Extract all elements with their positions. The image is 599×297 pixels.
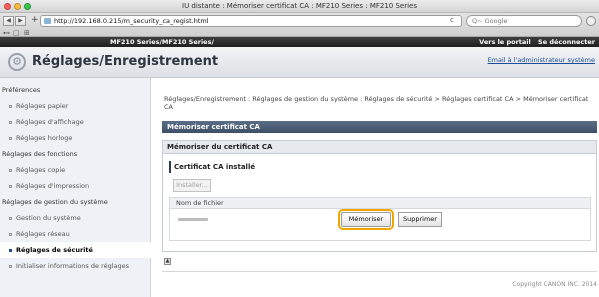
bullet-icon xyxy=(9,168,12,172)
window-title: IU distante : Mémoriser certificat CA : … xyxy=(182,2,417,10)
sidebar-item-initialize[interactable]: Initialiser informations de réglages xyxy=(0,258,151,274)
divider xyxy=(162,271,597,272)
sidebar-item-label: Réglages réseau xyxy=(16,230,70,238)
sidebar-item-clock[interactable]: Réglages horloge xyxy=(0,130,151,146)
certificate-table: Nom de fichier Mémoriser Supprimer xyxy=(169,197,591,241)
back-button[interactable]: ◀ xyxy=(3,16,14,26)
bullet-icon xyxy=(9,120,12,124)
bullet-icon xyxy=(9,104,12,108)
bookmarks-icon[interactable]: ▢ xyxy=(13,29,20,37)
bullet-icon xyxy=(9,264,12,268)
sidebar-item-label: Réglages d'impression xyxy=(16,182,90,190)
panel-title: Mémoriser du certificat CA xyxy=(163,141,596,154)
page-header: ⚙ Réglages/Enregistrement Email à l'admi… xyxy=(0,47,599,78)
sidebar-category-functions[interactable]: Réglages des fonctions xyxy=(0,146,151,162)
sidebar-category-system-management[interactable]: Réglages de gestion du système xyxy=(0,194,151,210)
model-name: MF210 Series/MF210 Series/ xyxy=(110,38,214,46)
page-heading-bar: Mémoriser certificat CA xyxy=(162,121,597,133)
sidebar-item-paper[interactable]: Réglages papier xyxy=(0,98,151,114)
downloads-icon[interactable] xyxy=(586,16,596,26)
search-input[interactable]: Q~ Google xyxy=(466,15,582,27)
sidebar-item-network[interactable]: Réglages réseau xyxy=(0,226,151,242)
browser-toolbar: ◀ ▶ + http://192.168.0.215/m_security_ca… xyxy=(0,13,599,37)
bullet-icon xyxy=(9,248,12,252)
address-bar[interactable]: http://192.168.0.215/m_security_ca_regis… xyxy=(40,15,462,27)
reload-button[interactable]: c xyxy=(450,16,454,24)
window-titlebar: IU distante : Mémoriser certificat CA : … xyxy=(0,0,599,13)
reading-list-icon[interactable]: ⊷ xyxy=(3,29,10,37)
site-icon xyxy=(44,18,51,24)
page-title: Réglages/Enregistrement xyxy=(32,54,219,69)
install-button[interactable]: Installer... xyxy=(173,179,211,192)
copyright-text: Copyright CANON INC. 2014 xyxy=(512,281,597,288)
sidebar-category-preferences[interactable]: Préférences xyxy=(0,82,151,98)
sidebar-item-label: Gestion du système xyxy=(16,214,81,222)
delete-button[interactable]: Supprimer xyxy=(398,212,442,227)
sidebar-item-label: Réglages d'affichage xyxy=(16,118,84,126)
column-header-filename: Nom de fichier xyxy=(170,198,590,209)
store-button[interactable]: Mémoriser xyxy=(338,209,394,230)
url-text: http://192.168.0.215/m_security_ca_regis… xyxy=(54,17,209,25)
top-sites-icon[interactable]: ⊞ xyxy=(24,29,30,37)
portal-link[interactable]: Vers le portail xyxy=(479,38,531,46)
sidebar-item-copy[interactable]: Réglages copie xyxy=(0,162,151,178)
sidebar-item-label: Réglages de sécurité xyxy=(16,246,93,254)
sidebar-item-print[interactable]: Réglages d'impression xyxy=(0,178,151,194)
sidebar-item-label: Initialiser informations de réglages xyxy=(16,262,130,270)
bullet-icon xyxy=(9,216,12,220)
email-admin-link[interactable]: Email à l'administrateur système xyxy=(488,56,595,64)
breadcrumb: Réglages/Enregistrement : Réglages de ge… xyxy=(164,95,589,111)
logout-link[interactable]: Se déconnecter xyxy=(538,38,595,46)
sidebar-item-label: Réglages papier xyxy=(16,102,69,110)
section-title: Certificat CA installé xyxy=(169,161,589,173)
sidebar-item-label: Réglages copie xyxy=(16,166,66,174)
bullet-icon xyxy=(9,184,12,188)
bullet-icon xyxy=(9,136,12,140)
gear-icon: ⚙ xyxy=(8,53,26,71)
scroll-to-top-button[interactable]: ▲ xyxy=(164,258,171,265)
sidebar-item-display[interactable]: Réglages d'affichage xyxy=(0,114,151,130)
forward-button[interactable]: ▶ xyxy=(15,16,26,26)
sidebar-item-label: Réglages horloge xyxy=(16,134,73,142)
register-panel: Mémoriser du certificat CA Certificat CA… xyxy=(162,140,597,252)
add-bookmark-button[interactable]: + xyxy=(31,16,39,25)
top-band: MF210 Series/MF210 Series/ Vers le porta… xyxy=(0,37,599,47)
sidebar-item-security[interactable]: Réglages de sécurité xyxy=(0,242,151,258)
filename-cell xyxy=(178,218,208,221)
main-content: Réglages/Enregistrement : Réglages de ge… xyxy=(152,78,599,297)
bullet-icon xyxy=(9,232,12,236)
sidebar-item-system-management[interactable]: Gestion du système xyxy=(0,210,151,226)
sidebar: Préférences Réglages papier Réglages d'a… xyxy=(0,78,151,297)
